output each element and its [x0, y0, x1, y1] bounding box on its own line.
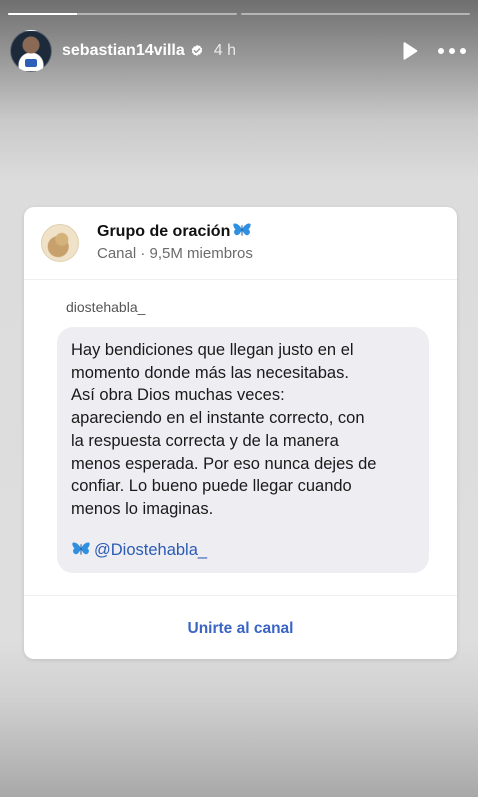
post-time: 4 h: [213, 42, 236, 59]
username[interactable]: sebastian14villa: [62, 42, 185, 60]
channel-avatar: [41, 224, 79, 262]
story-progress-bar: [8, 13, 470, 15]
channel-name: Grupo de oración: [97, 222, 253, 242]
mention-line: @Diostehabla_: [71, 539, 415, 561]
channel-meta: Canal · 9,5M miembros: [97, 244, 253, 262]
story-header: sebastian14villa 4 h: [10, 30, 466, 72]
message-bubble: Hay bendiciones que llegan justo en el m…: [57, 327, 429, 573]
shared-channel-card[interactable]: Grupo de oración Canal · 9,5M miembros d…: [24, 207, 457, 659]
more-options-icon[interactable]: [438, 40, 466, 62]
message-text: Hay bendiciones que llegan justo en el m…: [71, 341, 377, 518]
story-view: sebastian14villa 4 h Grupo de oración Ca: [0, 0, 478, 797]
message-sender: diostehabla_: [66, 299, 146, 315]
play-icon[interactable]: [398, 40, 420, 62]
join-channel-button[interactable]: Unirte al canal: [188, 620, 294, 638]
avatar[interactable]: [10, 30, 52, 72]
channel-header: Grupo de oración Canal · 9,5M miembros: [24, 207, 457, 280]
progress-segment: [8, 13, 237, 15]
butterfly-icon: [233, 222, 252, 236]
butterfly-icon: [72, 542, 90, 555]
verified-badge-icon: [191, 44, 202, 56]
mention-link[interactable]: @Diostehabla_: [94, 541, 207, 559]
progress-segment: [241, 13, 470, 15]
message-section: diostehabla_ Hay bendiciones que llegan …: [24, 280, 457, 596]
